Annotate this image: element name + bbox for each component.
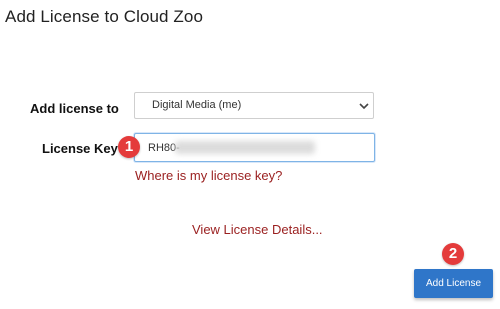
license-key-input[interactable]: RH80- [134,133,375,162]
license-key-label: License Key [42,141,118,156]
view-license-details-link[interactable]: View License Details... [192,222,323,237]
page-title: Add License to Cloud Zoo [5,7,204,26]
add-license-to-select[interactable]: Digital Media (me) [134,92,374,119]
add-license-button[interactable]: Add License [414,269,493,298]
add-license-to-label: Add license to [30,101,119,116]
step-1-badge: 1 [118,136,140,158]
redacted-key-blur [175,141,315,154]
step-2-badge: 2 [442,243,464,265]
where-is-license-key-link[interactable]: Where is my license key? [135,168,282,183]
chevron-down-icon [359,103,369,110]
add-license-to-value: Digital Media (me) [152,99,242,111]
